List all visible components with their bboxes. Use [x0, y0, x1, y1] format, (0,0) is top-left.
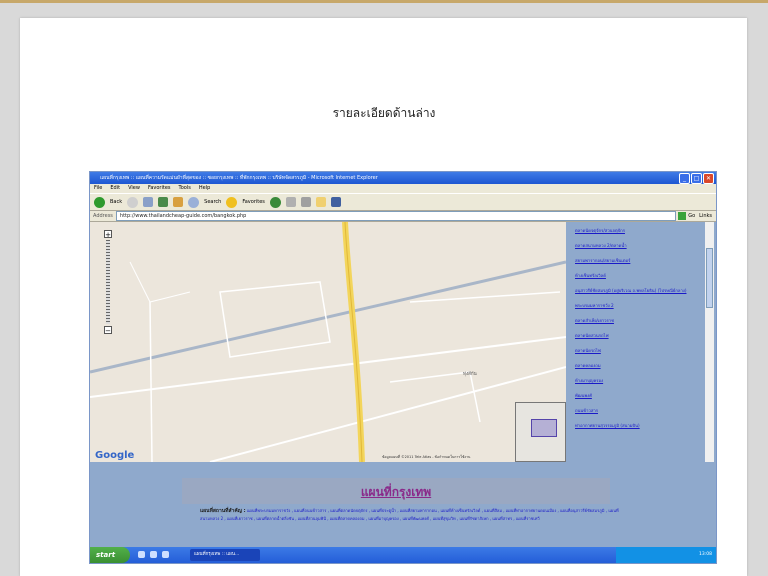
- landmark-links-text[interactable]: แผนที่พระบรมมหาราชวัง , แผนที่ถนนข้าวสาร…: [200, 508, 619, 521]
- home-icon[interactable]: [173, 197, 184, 207]
- start-button[interactable]: start: [90, 547, 130, 563]
- mail-icon[interactable]: [285, 197, 296, 207]
- maximize-icon[interactable]: □: [691, 173, 702, 184]
- top-accent-line: [0, 0, 768, 3]
- map-roads: [90, 222, 566, 462]
- banner-title[interactable]: แผนที่กรุงเทพ: [361, 485, 431, 499]
- menu-view[interactable]: View: [128, 184, 140, 193]
- sidebar-link[interactable]: ห้างเซ็นทรัลเวิลด์: [575, 273, 705, 278]
- links-label[interactable]: Links: [699, 211, 716, 222]
- minimap-viewport[interactable]: [531, 419, 557, 437]
- address-label: Address: [93, 212, 113, 219]
- menu-help[interactable]: Help: [199, 184, 210, 193]
- sidebar-link[interactable]: ตลาดนัดสวนรถไฟ: [575, 333, 705, 338]
- menu-bar: File Edit View Favorites Tools Help: [90, 184, 716, 193]
- zoom-slider[interactable]: [106, 240, 110, 324]
- menu-file[interactable]: File: [94, 184, 102, 193]
- vertical-scrollbar[interactable]: [705, 222, 714, 462]
- windows-taskbar: start แผนที่กรุงเทพ :: แผน... 13:08: [90, 547, 716, 563]
- favorites-star-icon[interactable]: [226, 196, 238, 208]
- favorites-button-label[interactable]: Favorites: [242, 199, 265, 205]
- window-titlebar: แผนที่กรุงเทพ :: แผนที่ความรัดแม่นยำที่ส…: [90, 172, 716, 184]
- map-place-label: ทุ่งสีกัน: [463, 372, 477, 377]
- history-icon[interactable]: [269, 196, 281, 208]
- map-copyright: ข้อมูลแผนที่ ©2011 Tele Atlas - ข้อกำหนด…: [382, 455, 471, 459]
- sidebar-link[interactable]: ตลาดสนามหลวง 2/ตลาดน้ำ: [575, 243, 705, 248]
- quicklaunch-media-icon[interactable]: [162, 551, 169, 558]
- overview-minimap[interactable]: [515, 402, 566, 462]
- go-button-label[interactable]: Go: [688, 211, 699, 222]
- page-heading: รายละเอียดด้านล่าง: [332, 106, 436, 120]
- menu-favorites[interactable]: Favorites: [148, 184, 171, 193]
- stop-icon[interactable]: [143, 197, 154, 207]
- sidebar-link[interactable]: ตลาดสำเพ็ง/เยาวราช: [575, 318, 705, 323]
- window-title: แผนที่กรุงเทพ :: แผนที่ความรัดแม่นยำที่ส…: [100, 175, 378, 181]
- window-controls: _ □ ✕: [679, 173, 714, 184]
- sidebar-link[interactable]: พระบรมมหาราชวัง 2: [575, 303, 705, 308]
- folder-icon[interactable]: [315, 197, 326, 207]
- landmark-links-lead: แผนที่สถานที่สำคัญ :: [200, 508, 246, 514]
- address-input[interactable]: http://www.thailandcheap-guide.com/bangk…: [115, 211, 677, 221]
- sidebar-link[interactable]: สยามพารากอน/สยามเซ็นเตอร์: [575, 258, 705, 263]
- zoom-out-icon[interactable]: −: [104, 326, 112, 335]
- sidebar-link[interactable]: อนุสาวรีย์ชัยสมรภูมิ (อยู่บริเวณ ถ.พหลโย…: [575, 288, 705, 293]
- google-logo: Google: [95, 450, 135, 461]
- refresh-icon[interactable]: [158, 197, 169, 207]
- sidebar-link[interactable]: พัฒนพงศ์: [575, 393, 705, 398]
- quicklaunch-desktop-icon[interactable]: [150, 551, 157, 558]
- map-view[interactable]: + − ทุ่งสีกัน Google ข้อมูลแผนที่ ©2011 …: [90, 222, 566, 462]
- taskbar-item-browser[interactable]: แผนที่กรุงเทพ :: แผน...: [190, 549, 260, 561]
- messenger-icon[interactable]: [330, 197, 341, 207]
- go-arrow-icon[interactable]: [678, 212, 687, 220]
- sidebar-link[interactable]: ตลาดนัดรถไฟ: [575, 348, 705, 353]
- scrollbar-thumb[interactable]: [706, 248, 713, 308]
- sidebar-links: ตลาดนัดจตุจักร/สวนจตุจักร ตลาดสนามหลวง 2…: [575, 228, 705, 438]
- search-button-label[interactable]: Search: [204, 199, 221, 205]
- browser-screenshot: แผนที่กรุงเทพ :: แผนที่ความรัดแม่นยำที่ส…: [89, 171, 717, 564]
- address-bar: Address http://www.thailandcheap-guide.c…: [90, 211, 716, 222]
- search-icon[interactable]: [188, 196, 200, 208]
- zoom-control[interactable]: + −: [104, 230, 112, 335]
- sidebar-link[interactable]: ถนนข้าวสาร: [575, 408, 705, 413]
- menu-edit[interactable]: Edit: [110, 184, 120, 193]
- sidebar-link[interactable]: ห้างมาบุญครอง: [575, 378, 705, 383]
- back-button-label[interactable]: Back: [110, 199, 122, 205]
- minimize-icon[interactable]: _: [679, 173, 690, 184]
- clock: 13:08: [699, 552, 712, 557]
- close-icon[interactable]: ✕: [703, 173, 714, 184]
- zoom-in-icon[interactable]: +: [104, 230, 112, 239]
- system-tray: 13:08: [616, 547, 716, 563]
- menu-tools[interactable]: Tools: [179, 184, 191, 193]
- forward-arrow-icon[interactable]: [127, 196, 139, 208]
- sidebar-link[interactable]: ตลาดคลองถม: [575, 363, 705, 368]
- page-banner: แผนที่กรุงเทพ: [182, 478, 610, 504]
- sidebar-link[interactable]: ท่าอากาศยานสุวรรณภูมิ (สนามบิน): [575, 423, 705, 428]
- quicklaunch-ie-icon[interactable]: [138, 551, 145, 558]
- sidebar-link[interactable]: ตลาดนัดจตุจักร/สวนจตุจักร: [575, 228, 705, 233]
- back-arrow-icon[interactable]: [94, 196, 105, 208]
- browser-toolbar: Back Search Favorites: [90, 193, 716, 211]
- print-icon[interactable]: [300, 197, 311, 207]
- landmark-links: แผนที่สถานที่สำคัญ : แผนที่พระบรมมหาราชว…: [200, 507, 620, 522]
- page-content: + − ทุ่งสีกัน Google ข้อมูลแผนที่ ©2011 …: [90, 222, 716, 547]
